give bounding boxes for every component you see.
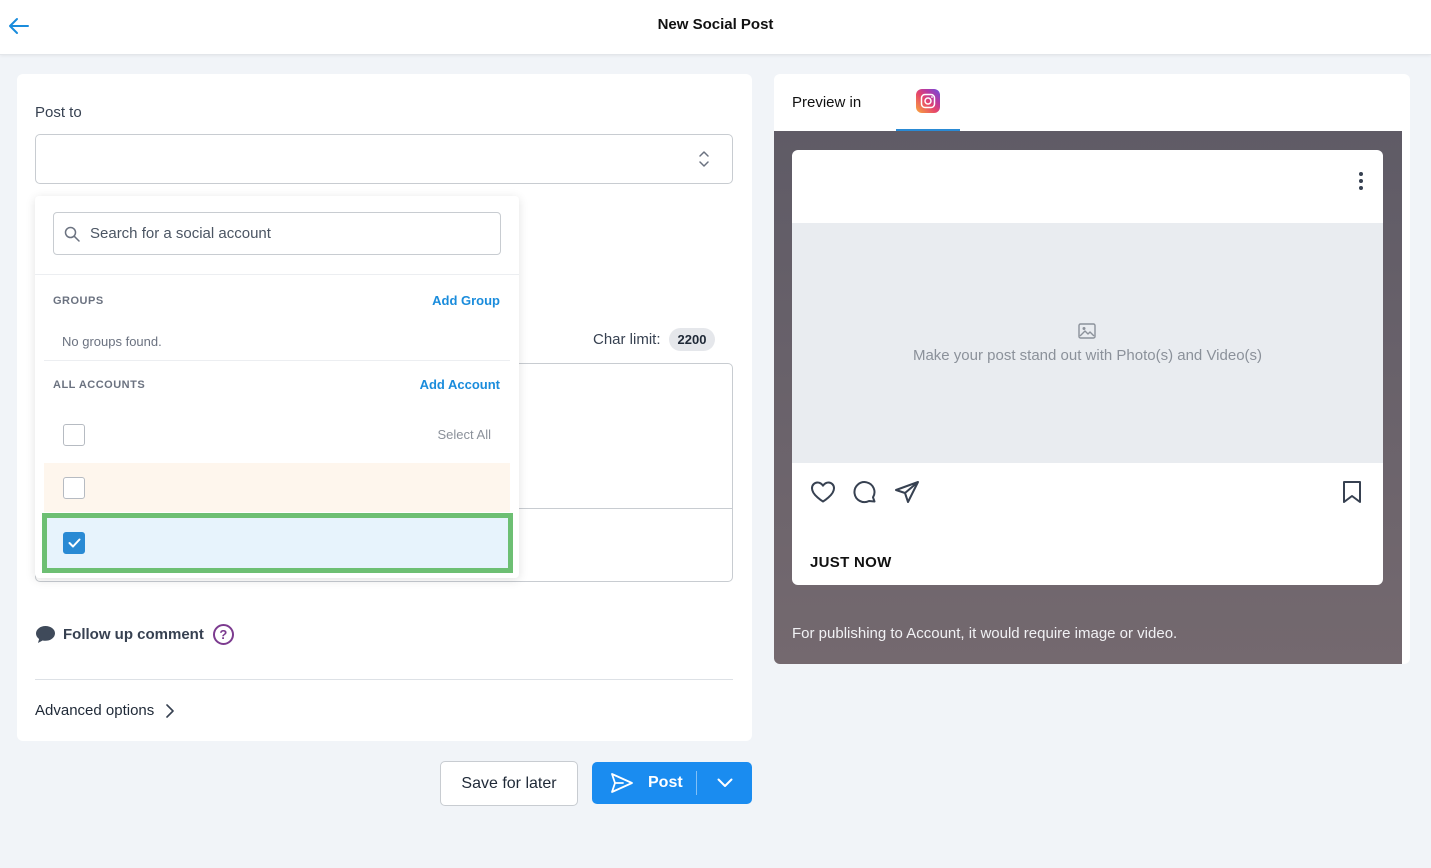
- bookmark-icon[interactable]: [1341, 480, 1363, 504]
- preview-note: For publishing to Account, it would requ…: [792, 625, 1178, 642]
- comment-icon[interactable]: [852, 480, 878, 504]
- char-limit: Char limit: 2200: [593, 328, 716, 351]
- instagram-icon: [916, 89, 940, 113]
- speech-bubble-icon: [36, 626, 55, 643]
- send-icon: [611, 773, 633, 793]
- account-row-selected[interactable]: [44, 515, 510, 568]
- save-for-later-button[interactable]: Save for later: [440, 761, 578, 806]
- post-button[interactable]: Post: [592, 762, 696, 804]
- help-icon[interactable]: ?: [212, 624, 234, 645]
- no-groups-text: No groups found.: [62, 334, 162, 349]
- divider: [44, 360, 510, 361]
- preview-label: Preview in: [792, 94, 862, 111]
- heart-icon[interactable]: [810, 480, 836, 504]
- post-options-chevron-icon[interactable]: [697, 762, 752, 804]
- media-placeholder: Make your post stand out with Photo(s) a…: [792, 223, 1383, 463]
- preview-panel: Preview in Make your post stand out with…: [774, 74, 1410, 664]
- media-placeholder-text: Make your post stand out with Photo(s) a…: [912, 347, 1263, 364]
- select-all-checkbox[interactable]: [63, 424, 85, 446]
- advanced-options-label: Advanced options: [35, 702, 155, 719]
- post-button-label: Post: [648, 774, 683, 791]
- tab-instagram[interactable]: [896, 86, 960, 131]
- add-account-link[interactable]: Add Account: [420, 377, 500, 392]
- account-row[interactable]: [44, 463, 510, 512]
- char-limit-badge: 2200: [668, 328, 716, 351]
- divider: [35, 679, 733, 680]
- account-dropdown: GROUPS Add Group No groups found. ALL AC…: [35, 196, 519, 578]
- share-icon[interactable]: [894, 480, 920, 504]
- search-box: [53, 212, 501, 255]
- follow-up-comment[interactable]: Follow up comment ?: [35, 624, 234, 645]
- add-group-link[interactable]: Add Group: [432, 293, 500, 308]
- chevron-right-icon: [166, 703, 175, 718]
- account-search-input[interactable]: [90, 225, 490, 242]
- groups-title: GROUPS: [53, 295, 104, 307]
- more-options-icon[interactable]: [1359, 172, 1363, 195]
- checkmark-icon: [68, 538, 80, 548]
- all-accounts-title: ALL ACCOUNTS: [53, 379, 146, 391]
- top-bar: New Social Post: [0, 0, 1431, 55]
- select-all-label[interactable]: Select All: [438, 427, 491, 442]
- post-to-select[interactable]: [35, 134, 733, 184]
- account-checkbox-checked[interactable]: [63, 532, 85, 554]
- preview-background: Make your post stand out with Photo(s) a…: [774, 131, 1402, 664]
- post-button-group: Post: [592, 762, 752, 804]
- char-limit-label: Char limit:: [593, 331, 661, 348]
- chevron-updown-icon: [699, 151, 709, 167]
- image-icon: [1078, 323, 1096, 339]
- post-preview-card: Make your post stand out with Photo(s) a…: [792, 150, 1383, 585]
- advanced-options-toggle[interactable]: Advanced options: [35, 702, 175, 719]
- page-title: New Social Post: [657, 16, 774, 33]
- post-timestamp: JUST NOW: [810, 554, 892, 571]
- account-checkbox[interactable]: [63, 477, 85, 499]
- follow-up-label: Follow up comment: [63, 626, 204, 643]
- search-icon: [54, 226, 90, 242]
- divider: [35, 274, 519, 275]
- post-to-label: Post to: [35, 104, 82, 121]
